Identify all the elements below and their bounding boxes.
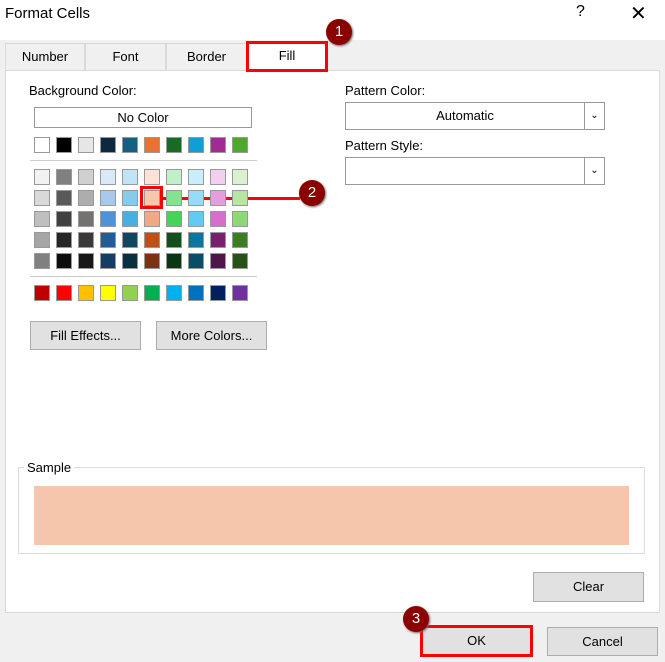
color-swatch-standard[interactable] (122, 285, 138, 301)
color-swatch-tint[interactable] (34, 211, 50, 227)
color-swatch-tint[interactable] (122, 253, 138, 269)
color-swatch-tint[interactable] (188, 211, 204, 227)
no-color-button[interactable]: No Color (34, 107, 252, 128)
tab-number[interactable]: Number (5, 43, 85, 71)
color-swatch-standard[interactable] (78, 285, 94, 301)
color-swatch-tint[interactable] (232, 253, 248, 269)
color-swatch-theme[interactable] (166, 137, 182, 153)
color-swatch-tint[interactable] (100, 169, 116, 185)
pattern-style-dropdown[interactable]: ⌄ (345, 157, 605, 185)
more-colors-button[interactable]: More Colors... (156, 321, 267, 350)
color-swatch-tint[interactable] (232, 211, 248, 227)
color-swatch-standard[interactable] (166, 285, 182, 301)
color-swatch-tint[interactable] (210, 169, 226, 185)
annotation-badge-1: 1 (326, 19, 352, 45)
color-swatch-theme[interactable] (34, 137, 50, 153)
color-swatch-tint[interactable] (100, 232, 116, 248)
color-swatch-tint[interactable] (166, 169, 182, 185)
color-swatch-standard[interactable] (56, 285, 72, 301)
close-button[interactable]: ✕ (630, 1, 647, 26)
color-swatch-tint[interactable] (78, 211, 94, 227)
color-swatch-tint[interactable] (100, 190, 116, 206)
color-swatch-tint[interactable] (166, 190, 182, 206)
clear-button[interactable]: Clear (533, 572, 644, 602)
color-swatch-tint[interactable] (78, 190, 94, 206)
color-swatch-tint[interactable] (56, 211, 72, 227)
chevron-down-icon: ⌄ (584, 103, 604, 129)
color-swatch-theme[interactable] (56, 137, 72, 153)
color-swatch-tint[interactable] (144, 253, 160, 269)
color-swatch-standard[interactable] (144, 285, 160, 301)
pattern-style-label: Pattern Style: (345, 138, 424, 153)
sample-label: Sample (24, 460, 75, 475)
color-swatch-tint[interactable] (210, 211, 226, 227)
color-swatch-tint[interactable] (78, 169, 94, 185)
tab-border[interactable]: Border (166, 43, 247, 71)
color-swatch-theme[interactable] (100, 137, 116, 153)
color-swatch-theme[interactable] (188, 137, 204, 153)
dialog-title: Format Cells (5, 5, 91, 22)
color-swatch-standard[interactable] (232, 285, 248, 301)
color-swatch-tint[interactable] (232, 190, 248, 206)
color-swatch-theme[interactable] (144, 137, 160, 153)
annotation-badge-3: 3 (403, 606, 429, 632)
color-swatch-tint[interactable] (56, 169, 72, 185)
color-swatch-tint[interactable] (232, 232, 248, 248)
color-swatch-tint[interactable] (56, 253, 72, 269)
color-swatch-tint[interactable] (34, 232, 50, 248)
color-swatch-theme[interactable] (232, 137, 248, 153)
color-swatch-standard[interactable] (188, 285, 204, 301)
color-swatch-tint[interactable] (122, 211, 138, 227)
cancel-button[interactable]: Cancel (547, 627, 658, 656)
color-swatch-tint[interactable] (188, 169, 204, 185)
color-swatch-tint[interactable] (144, 190, 160, 206)
fill-effects-button[interactable]: Fill Effects... (30, 321, 141, 350)
color-swatch-tint[interactable] (122, 190, 138, 206)
color-swatch-tint[interactable] (34, 169, 50, 185)
color-swatch-tint[interactable] (166, 253, 182, 269)
chevron-down-icon: ⌄ (584, 158, 604, 184)
color-swatch-tint[interactable] (78, 253, 94, 269)
ok-button[interactable]: OK (420, 625, 533, 657)
color-swatch-tint[interactable] (188, 232, 204, 248)
color-swatch-tint[interactable] (34, 253, 50, 269)
color-swatch-tint[interactable] (144, 169, 160, 185)
color-swatch-tint[interactable] (188, 253, 204, 269)
color-swatch-theme[interactable] (78, 137, 94, 153)
color-swatch-standard[interactable] (34, 285, 50, 301)
divider (30, 160, 257, 161)
help-button[interactable]: ? (576, 3, 585, 21)
color-swatch-tint[interactable] (144, 211, 160, 227)
annotation-badge-2: 2 (299, 180, 325, 206)
tab-fill[interactable]: Fill (246, 41, 328, 72)
color-swatch-standard[interactable] (210, 285, 226, 301)
color-swatch-tint[interactable] (210, 232, 226, 248)
tab-font[interactable]: Font (85, 43, 166, 71)
color-swatch-tint[interactable] (210, 190, 226, 206)
sample-preview (34, 486, 629, 545)
pattern-color-value: Automatic (436, 108, 494, 123)
color-swatch-tint[interactable] (100, 211, 116, 227)
color-swatch-theme[interactable] (122, 137, 138, 153)
color-swatch-tint[interactable] (100, 253, 116, 269)
divider (30, 276, 257, 277)
color-swatch-tint[interactable] (188, 190, 204, 206)
pattern-color-label: Pattern Color: (345, 83, 426, 98)
background-color-label: Background Color: (29, 83, 137, 98)
color-swatch-standard[interactable] (100, 285, 116, 301)
color-swatch-tint[interactable] (122, 232, 138, 248)
color-swatch-tint[interactable] (144, 232, 160, 248)
color-swatch-tint[interactable] (56, 232, 72, 248)
color-swatch-tint[interactable] (210, 253, 226, 269)
color-swatch-theme[interactable] (210, 137, 226, 153)
color-swatch-tint[interactable] (232, 169, 248, 185)
color-swatch-tint[interactable] (166, 211, 182, 227)
color-swatch-tint[interactable] (122, 169, 138, 185)
pattern-color-dropdown[interactable]: Automatic ⌄ (345, 102, 605, 130)
color-swatch-tint[interactable] (166, 232, 182, 248)
color-swatch-tint[interactable] (56, 190, 72, 206)
color-swatch-tint[interactable] (34, 190, 50, 206)
color-swatch-tint[interactable] (78, 232, 94, 248)
